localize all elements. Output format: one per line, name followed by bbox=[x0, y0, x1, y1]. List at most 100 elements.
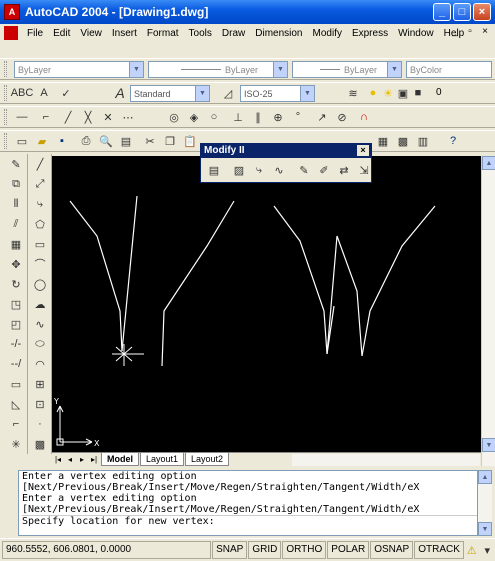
minimize-button[interactable]: _ bbox=[433, 3, 451, 21]
trim-icon[interactable]: -/- bbox=[8, 336, 24, 352]
revision-cloud-icon[interactable]: ☁ bbox=[32, 296, 48, 312]
make-block-icon[interactable]: ⊡ bbox=[32, 396, 48, 412]
snap-none-icon[interactable]: ⊘ bbox=[334, 109, 350, 125]
save-icon[interactable]: ▪ bbox=[54, 133, 70, 149]
scroll-down-icon[interactable]: ▼ bbox=[478, 522, 492, 536]
chamfer-icon[interactable]: ◺ bbox=[8, 396, 24, 412]
scale-icon[interactable]: ◳ bbox=[8, 296, 24, 312]
chevron-down-icon[interactable]: ▼ bbox=[300, 86, 314, 101]
menu-view[interactable]: View bbox=[75, 28, 107, 39]
vertical-scrollbar[interactable]: ▲ ▼ bbox=[481, 156, 495, 466]
snap-nearest-icon[interactable]: ↗ bbox=[314, 109, 330, 125]
toolbar-grip[interactable] bbox=[4, 109, 7, 125]
communication-center-icon[interactable]: ⚠ bbox=[464, 542, 480, 558]
ortho-toggle[interactable]: ORTHO bbox=[282, 541, 327, 559]
properties-icon[interactable]: ▦ bbox=[375, 133, 391, 149]
command-window[interactable]: Enter a vertex editing option [Next/Prev… bbox=[18, 470, 478, 536]
spell-check-icon[interactable]: ✓ bbox=[58, 85, 74, 101]
paste-icon[interactable]: 📋 bbox=[182, 133, 198, 149]
erase-icon[interactable]: ✎ bbox=[8, 156, 24, 172]
linetype-combo[interactable]: ByLayer ▼ bbox=[148, 61, 288, 78]
fillet-icon[interactable]: ⌐ bbox=[8, 416, 24, 432]
hatch-icon[interactable]: ▩ bbox=[32, 436, 48, 452]
tab-last-icon[interactable]: ▸| bbox=[88, 455, 100, 464]
line-icon[interactable]: ╱ bbox=[32, 156, 48, 172]
tab-model[interactable]: Model bbox=[101, 453, 139, 466]
explode-icon[interactable]: ✳ bbox=[8, 436, 24, 452]
rotate-icon[interactable]: ↻ bbox=[8, 276, 24, 292]
array-icon[interactable]: ▦ bbox=[8, 236, 24, 252]
ellipse-arc-icon[interactable]: ◠ bbox=[32, 356, 48, 372]
snap-tangent-icon[interactable]: ○ bbox=[206, 109, 222, 125]
mdi-minimize-button[interactable]: _ bbox=[449, 26, 461, 37]
tab-first-icon[interactable]: |◂ bbox=[52, 455, 64, 464]
design-center-icon[interactable]: ▩ bbox=[395, 133, 411, 149]
snap-midpoint-icon[interactable]: ╳ bbox=[80, 109, 96, 125]
break-icon[interactable]: ▭ bbox=[8, 376, 24, 392]
otrack-toggle[interactable]: OTRACK bbox=[414, 541, 464, 559]
ellipse-icon[interactable]: ⬭ bbox=[32, 336, 48, 352]
move-icon[interactable]: ✥ bbox=[8, 256, 24, 272]
plotstyle-combo[interactable]: ByColor bbox=[406, 61, 492, 78]
rectangle-icon[interactable]: ▭ bbox=[32, 236, 48, 252]
print-preview-icon[interactable]: 🔍 bbox=[98, 133, 114, 149]
status-menu-icon[interactable]: ▾ bbox=[479, 542, 495, 558]
snap-quadrant-icon[interactable]: ◈ bbox=[186, 109, 202, 125]
copy-icon[interactable]: ❐ bbox=[162, 133, 178, 149]
tool-palettes-icon[interactable]: ▥ bbox=[415, 133, 431, 149]
osnap-settings-icon[interactable]: ∩ bbox=[356, 109, 372, 125]
text-style-icon[interactable]: ABC bbox=[11, 85, 34, 101]
menu-file[interactable]: File bbox=[22, 28, 48, 39]
cut-icon[interactable]: ✂ bbox=[142, 133, 158, 149]
spline-icon[interactable]: ∿ bbox=[32, 316, 48, 332]
menu-tools[interactable]: Tools bbox=[184, 28, 217, 39]
chevron-down-icon[interactable]: ▼ bbox=[195, 86, 209, 101]
mdi-restore-button[interactable]: ▫ bbox=[464, 26, 476, 37]
edit-spline-icon[interactable]: ∿ bbox=[271, 162, 287, 178]
help-icon[interactable]: ? bbox=[445, 133, 461, 149]
publish-icon[interactable]: ▤ bbox=[118, 133, 134, 149]
menu-dimension[interactable]: Dimension bbox=[250, 28, 307, 39]
menu-window[interactable]: Window bbox=[393, 28, 439, 39]
edit-attribute-icon[interactable]: ✎ bbox=[296, 162, 312, 178]
snap-center-icon[interactable]: ◎ bbox=[166, 109, 182, 125]
lock-icon[interactable]: ▣ bbox=[395, 85, 411, 101]
snap-extension-icon[interactable]: ⋯ bbox=[120, 109, 136, 125]
stretch-icon[interactable]: ◰ bbox=[8, 316, 24, 332]
chevron-down-icon[interactable]: ▼ bbox=[129, 62, 143, 77]
snap-endpoint-icon[interactable]: ╱ bbox=[60, 109, 76, 125]
insert-block-icon[interactable]: ⊞ bbox=[32, 376, 48, 392]
osnap-toggle[interactable]: OSNAP bbox=[370, 541, 414, 559]
polyline-icon[interactable]: ⤷ bbox=[32, 196, 48, 212]
horizontal-scrollbar[interactable] bbox=[292, 454, 480, 466]
snap-node-icon[interactable]: ° bbox=[290, 109, 306, 125]
maximize-button[interactable]: □ bbox=[453, 3, 471, 21]
draw-order-icon[interactable]: ▤ bbox=[206, 162, 222, 178]
tab-layout1[interactable]: Layout1 bbox=[140, 453, 185, 466]
layers-icon[interactable]: ≋ bbox=[345, 85, 361, 101]
grid-toggle[interactable]: GRID bbox=[248, 541, 282, 559]
menu-edit[interactable]: Edit bbox=[48, 28, 75, 39]
drawing-canvas[interactable]: Y X bbox=[52, 156, 481, 452]
color-swatch-icon[interactable]: ■ bbox=[410, 85, 426, 101]
chevron-down-icon[interactable]: ▼ bbox=[273, 62, 287, 77]
chevron-down-icon[interactable]: ▼ bbox=[387, 62, 401, 77]
tab-next-icon[interactable]: ▸ bbox=[76, 455, 88, 464]
scroll-up-icon[interactable]: ▲ bbox=[478, 470, 492, 484]
construction-line-icon[interactable]: ⤢ bbox=[32, 176, 48, 192]
layer-combo[interactable]: ByLayer ▼ bbox=[14, 61, 144, 78]
attribute-extract-icon[interactable]: ⇲ bbox=[356, 162, 372, 178]
block-attribute-manager-icon[interactable]: ✐ bbox=[316, 162, 332, 178]
document-icon[interactable] bbox=[4, 26, 18, 40]
toolbar-grip[interactable] bbox=[4, 85, 7, 101]
text-style-combo[interactable]: Standard ▼ bbox=[130, 85, 210, 102]
print-icon[interactable]: ⎙ bbox=[78, 133, 94, 149]
tab-prev-icon[interactable]: ◂ bbox=[64, 455, 76, 464]
close-button[interactable]: × bbox=[473, 3, 491, 21]
close-icon[interactable]: × bbox=[357, 145, 369, 156]
menu-format[interactable]: Format bbox=[142, 28, 184, 39]
snap-perpendicular-icon[interactable]: ⊥ bbox=[230, 109, 246, 125]
lightbulb-icon[interactable]: ● bbox=[365, 85, 381, 101]
dim-style-icon[interactable]: ◿ bbox=[220, 85, 236, 101]
modify-ii-titlebar[interactable]: Modify II × bbox=[201, 144, 371, 158]
